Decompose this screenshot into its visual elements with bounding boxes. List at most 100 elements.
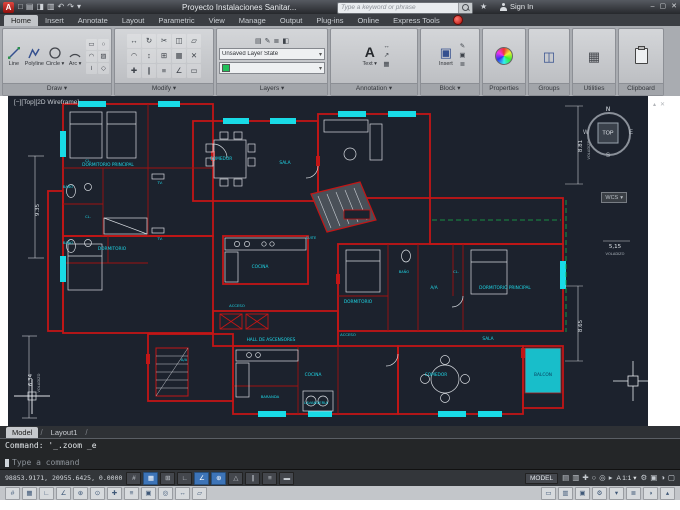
panel-label-layers[interactable]: Layers ▾ bbox=[217, 83, 327, 95]
annotation-scale[interactable]: A 1:1 ▾ bbox=[616, 474, 636, 483]
pan-icon[interactable]: ✚ bbox=[582, 472, 588, 484]
circle-tool[interactable]: Circle ▾ bbox=[46, 46, 64, 67]
save-icon[interactable]: ◨ bbox=[36, 2, 44, 12]
grid-icon[interactable]: ⊞ bbox=[160, 471, 176, 485]
properties-color-wheel-icon[interactable] bbox=[495, 47, 513, 65]
favorites-icon[interactable]: ★ bbox=[480, 2, 487, 12]
panel-label-properties[interactable]: Properties bbox=[483, 83, 525, 95]
polygon-icon[interactable]: ◇ bbox=[98, 62, 109, 74]
ellipse-icon[interactable]: ○ bbox=[98, 38, 109, 50]
move-icon[interactable]: ↔ bbox=[127, 34, 141, 48]
tab-insert[interactable]: Insert bbox=[38, 15, 71, 26]
search-box[interactable]: Type a keyword or phrase bbox=[337, 1, 473, 14]
app-menu-button[interactable]: A bbox=[3, 1, 14, 13]
selection-icon[interactable]: ◎ bbox=[158, 486, 173, 500]
polar-icon[interactable]: ∠ bbox=[194, 471, 210, 485]
tab-annotate[interactable]: Annotate bbox=[71, 15, 115, 26]
block-list-icon[interactable]: ≣ bbox=[459, 61, 465, 69]
insert-tool[interactable]: ▣ Insert bbox=[434, 45, 457, 67]
ducs-icon[interactable]: ∥ bbox=[245, 471, 261, 485]
panel-label-annotation[interactable]: Annotation ▾ bbox=[331, 83, 417, 95]
osnap-icon[interactable]: ⊕ bbox=[211, 471, 227, 485]
rotate-icon[interactable]: ↻ bbox=[142, 34, 156, 48]
open-icon[interactable]: ▤ bbox=[26, 2, 34, 12]
viewcube-top-face[interactable]: TOP bbox=[597, 122, 619, 144]
fillet-icon[interactable]: ◠ bbox=[127, 49, 141, 63]
offset-icon[interactable]: ∥ bbox=[142, 64, 156, 78]
extend-icon[interactable]: ≡ bbox=[157, 64, 171, 78]
close-small-icon[interactable]: ✕ bbox=[660, 101, 665, 108]
steering-wheel-icon[interactable]: ◎ bbox=[599, 472, 606, 484]
tab-plug-ins[interactable]: Plug-ins bbox=[309, 15, 350, 26]
sign-in-button[interactable]: Sign In bbox=[499, 2, 533, 11]
viewcube-west[interactable]: W bbox=[583, 130, 589, 136]
tab-view[interactable]: View bbox=[202, 15, 232, 26]
redo-icon[interactable]: ↷ bbox=[67, 2, 74, 12]
drawing-canvas[interactable]: DORMITORIO PRINCIPAL COMEDOR SALA DORMITORI… bbox=[8, 96, 648, 426]
hatch-icon[interactable]: ▨ bbox=[98, 50, 109, 62]
minimize-icon[interactable]: – bbox=[651, 2, 655, 12]
panel-label-utilities[interactable]: Utilities bbox=[573, 83, 615, 95]
new-icon[interactable]: □ bbox=[18, 2, 23, 12]
otrack2-icon[interactable]: ⊙ bbox=[90, 486, 105, 500]
panel-label-modify[interactable]: Modify ▾ bbox=[115, 83, 213, 95]
break-icon[interactable]: ▭ bbox=[187, 64, 201, 78]
trim-icon[interactable]: ✂ bbox=[157, 34, 171, 48]
text-tool[interactable]: A Text ▾ bbox=[358, 45, 381, 68]
tab-manage[interactable]: Manage bbox=[232, 15, 273, 26]
leader-icon[interactable]: ↗ bbox=[383, 52, 390, 60]
lwt-icon[interactable]: ▬ bbox=[279, 471, 295, 485]
snap2-icon[interactable]: # bbox=[5, 486, 20, 500]
arc-tool[interactable]: Arc ▾ bbox=[66, 46, 84, 67]
search-placeholder[interactable]: Type a keyword or phrase bbox=[338, 4, 458, 11]
lock-icon[interactable]: ≣ bbox=[626, 486, 641, 500]
panel-label-clipboard[interactable]: Clipboard bbox=[619, 83, 663, 95]
spline-icon[interactable]: ≀ bbox=[86, 62, 97, 74]
group-icon[interactable]: ◫ bbox=[543, 49, 555, 64]
dimension-icon[interactable]: ↔ bbox=[383, 43, 390, 51]
model-tab[interactable]: Model bbox=[6, 426, 39, 438]
tab-parametric[interactable]: Parametric bbox=[151, 15, 201, 26]
polar2-icon[interactable]: ∠ bbox=[56, 486, 71, 500]
otrack-icon[interactable]: △ bbox=[228, 471, 244, 485]
layer-properties-icon[interactable]: ▤ bbox=[255, 38, 262, 46]
undo-icon[interactable]: ↶ bbox=[58, 2, 65, 12]
tab-express-tools[interactable]: Express Tools bbox=[386, 15, 447, 26]
settings-icon[interactable]: ⚙ bbox=[592, 486, 607, 500]
lwt2-icon[interactable]: ≡ bbox=[124, 486, 139, 500]
layer-list-icon[interactable]: ≣ bbox=[274, 38, 280, 46]
erase-icon[interactable]: ✕ bbox=[187, 49, 201, 63]
dyn-icon[interactable]: ≡ bbox=[262, 471, 278, 485]
menu-icon[interactable]: ▾ bbox=[609, 486, 624, 500]
units-icon[interactable]: ▱ bbox=[192, 486, 207, 500]
ortho-icon[interactable]: ∟ bbox=[177, 471, 193, 485]
command-input[interactable]: Type a command bbox=[5, 458, 675, 468]
array-icon[interactable]: ▦ bbox=[172, 49, 186, 63]
record-button-icon[interactable] bbox=[452, 15, 463, 25]
define-attributes-icon[interactable]: ▣ bbox=[459, 52, 465, 60]
snap-icon[interactable]: ▦ bbox=[143, 471, 159, 485]
up-icon[interactable]: ▴ bbox=[660, 486, 675, 500]
table-icon[interactable]: ▦ bbox=[383, 61, 390, 69]
tab-layout[interactable]: Layout bbox=[115, 15, 152, 26]
workspace-icon[interactable]: ⚙ bbox=[641, 472, 648, 484]
chamfer-icon[interactable]: ∠ bbox=[172, 64, 186, 78]
layout1-tab[interactable]: Layout1 bbox=[45, 427, 84, 438]
layer-edit-icon[interactable]: ✎ bbox=[265, 38, 271, 46]
tab-output[interactable]: Output bbox=[273, 15, 310, 26]
copy-icon[interactable]: ◫ bbox=[172, 34, 186, 48]
gizmo-icon[interactable]: ↔ bbox=[175, 486, 190, 500]
ortho2-icon[interactable]: ∟ bbox=[39, 486, 54, 500]
command-window[interactable]: Command: '_.zoom _e Type a command bbox=[0, 438, 680, 470]
toolbar-lock-icon[interactable]: ▣ bbox=[650, 472, 657, 484]
osnap2-icon[interactable]: ⊕ bbox=[73, 486, 88, 500]
viewport-controls[interactable]: [−][Top][2D Wireframe] bbox=[14, 99, 79, 106]
zoom-icon[interactable]: ○ bbox=[592, 472, 597, 484]
maximize-icon[interactable]: ▢ bbox=[660, 2, 667, 12]
scale-icon[interactable]: ⊞ bbox=[157, 49, 171, 63]
edit-block-icon[interactable]: ✎ bbox=[459, 43, 465, 51]
search-button[interactable] bbox=[458, 2, 472, 13]
infer-icon[interactable]: # bbox=[126, 471, 142, 485]
quick-view-layouts-icon[interactable]: ▤ bbox=[562, 472, 569, 484]
panel-label-groups[interactable]: Groups bbox=[529, 83, 569, 95]
